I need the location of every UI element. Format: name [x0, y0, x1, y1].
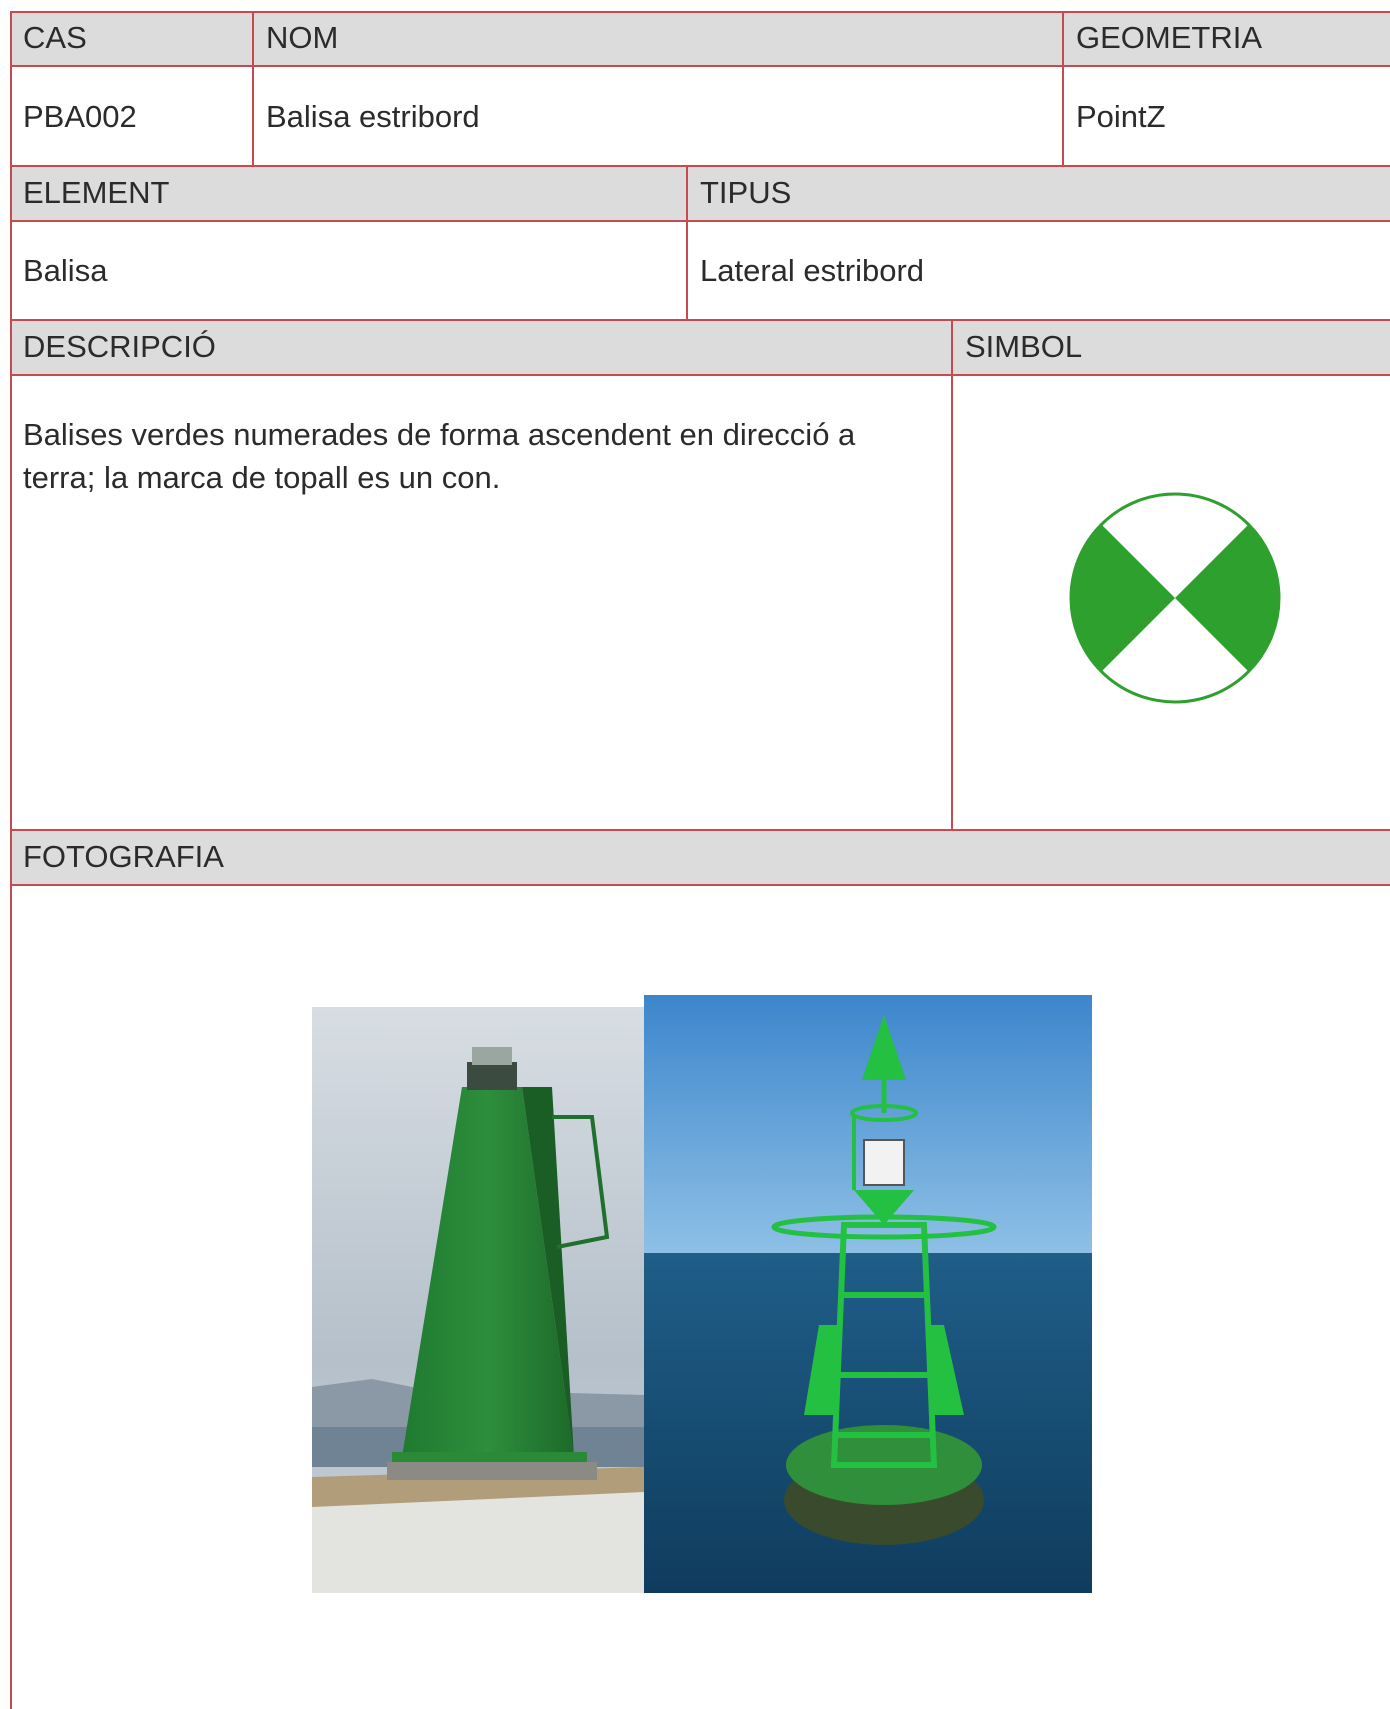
rule — [10, 11, 12, 1709]
geometria-value: PointZ — [1076, 99, 1166, 134]
rule — [951, 319, 953, 830]
rule — [10, 829, 1390, 831]
descripcio-header: DESCRIPCIÓ — [10, 320, 952, 374]
element-header: ELEMENT — [10, 166, 687, 220]
descripcio-value: Balises verdes numerades de forma ascend… — [23, 417, 856, 495]
tipus-header: TIPUS — [687, 166, 1390, 220]
fotografia-header: FOTOGRAFIA — [10, 830, 1390, 884]
rule — [10, 220, 1390, 222]
rule — [686, 165, 688, 320]
rule — [10, 374, 1390, 376]
nom-value: Balisa estribord — [266, 99, 480, 134]
rule — [10, 884, 1390, 886]
floating-buoy-photo — [644, 995, 1092, 1593]
rule — [10, 65, 1390, 67]
rule — [10, 319, 1390, 321]
starboard-beacon-symbol-icon — [1069, 492, 1281, 704]
rule — [10, 165, 1390, 167]
simbol-cell — [952, 376, 1390, 830]
rule — [1062, 11, 1064, 166]
rule — [252, 11, 254, 166]
geometria-header: GEOMETRIA — [1063, 11, 1390, 65]
simbol-header: SIMBOL — [952, 320, 1390, 374]
cas-header: CAS — [10, 11, 253, 65]
cas-value: PBA002 — [23, 99, 137, 134]
tower-beacon-photo — [312, 1007, 644, 1593]
nom-header: NOM — [253, 11, 1063, 65]
rule — [10, 11, 1390, 13]
fitxa-table: CAS NOM GEOMETRIA PBA002 Balisa estribor… — [10, 11, 1390, 1709]
tipus-value: Lateral estribord — [700, 253, 925, 288]
element-value: Balisa — [23, 253, 108, 288]
